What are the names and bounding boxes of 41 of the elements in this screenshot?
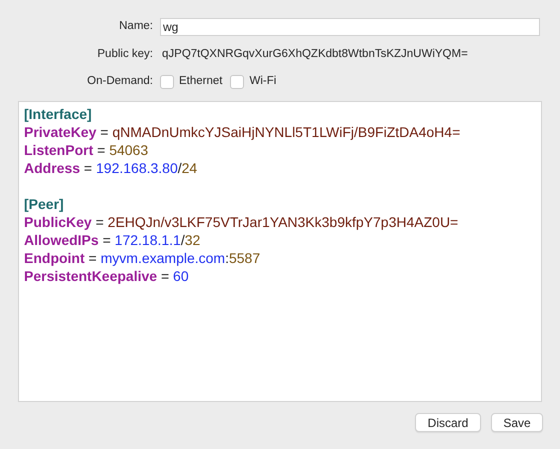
config-punctuation: = [88,248,98,266]
config-key: Address [24,158,80,176]
public-key-value: qJPQ7tQXNRGqvXurG6XhQZKdbt8WtbnTsKZJnUWiYQM= [162,47,468,62]
dialog-button[interactable]: Save [491,412,543,432]
config-key: PersistentKeepalive [24,266,158,284]
dialog-button[interactable]: Discard [415,412,481,432]
config-punctuation: = [99,122,110,140]
field-label: Public key: [96,47,154,62]
name-field[interactable]: wg [160,18,540,36]
config-punctuation: = [96,140,106,158]
config-address: 172.18.1.1 [114,230,181,248]
config-key: PrivateKey [24,122,96,140]
config-punctuation: / [178,158,182,176]
config-number: 32 [184,230,200,248]
config-punctuation: = [160,266,170,284]
section-header: [Peer] [24,194,64,212]
config-key: ListenPort [24,140,94,158]
config-key: PublicKey [24,212,92,230]
field-label: On-Demand: [86,74,154,90]
checkbox[interactable] [230,74,244,89]
checkbox-option[interactable]: Wi-Fi [230,73,276,90]
checkbox-option[interactable]: Ethernet [160,73,222,90]
field-label: Name: [118,19,154,34]
config-address: myvm.example.com [100,248,226,266]
config-address: 192.168.3.80 [96,158,178,176]
config-key: AllowedIPs [24,230,99,248]
config-address: 60 [173,266,189,284]
config-punctuation: = [94,212,105,230]
config-punctuation: = [102,230,112,248]
config-key: Endpoint [24,248,85,266]
config-punctuation: / [180,230,185,248]
config-number: 54063 [109,140,148,158]
config-value: 2EHQJn/v3LKF75VTrJar1YAN3Kk3b9kfpY7p3H4AZ0U= [108,212,458,230]
config-punctuation: = [82,158,94,176]
config-number: 24 [182,158,198,176]
config-value: qNMADnUmkcYJSaiHjNYNLl5T1LWiFj/B9FiZtDA4oH4= [112,122,460,140]
config-editor[interactable] [18,100,542,402]
section-header: [Interface] [24,104,92,122]
config-punctuation: : [225,248,229,266]
checkbox[interactable] [160,74,174,89]
config-number: 5587 [228,248,260,266]
